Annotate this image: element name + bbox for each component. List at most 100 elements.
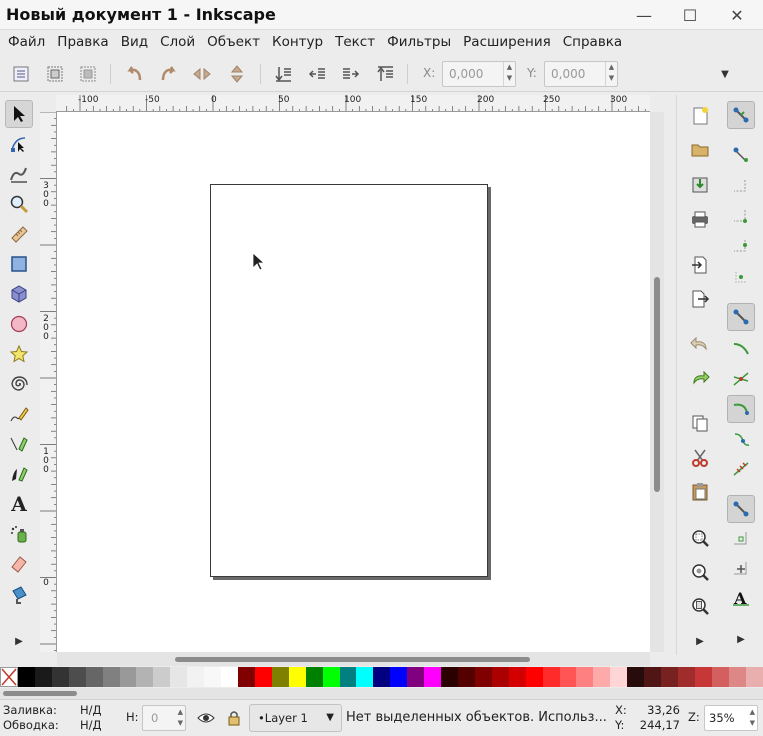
rotate-cw-icon[interactable] — [157, 63, 179, 85]
color-swatch[interactable] — [694, 667, 712, 687]
eraser-tool[interactable] — [5, 550, 33, 578]
color-swatch[interactable] — [644, 667, 662, 687]
zoom-drawing-icon[interactable] — [687, 559, 713, 585]
raise-icon[interactable] — [340, 63, 362, 85]
tweak-tool[interactable] — [5, 160, 33, 188]
redo-icon[interactable] — [687, 365, 713, 391]
color-swatch[interactable] — [254, 667, 272, 687]
spray-tool[interactable] — [5, 520, 33, 548]
snap-bbox-center-icon[interactable] — [727, 263, 755, 291]
color-swatch[interactable] — [593, 667, 611, 687]
paint-bucket-tool[interactable] — [5, 580, 33, 608]
export-icon[interactable] — [687, 286, 713, 312]
flip-horizontal-icon[interactable] — [191, 63, 213, 85]
opacity-stepper-icon[interactable]: ▲ ▼ — [178, 707, 183, 729]
horizontal-ruler[interactable]: -100 -50 0 50 100 150 200 250 300 — [56, 95, 650, 112]
opacity-value[interactable]: 0 — [151, 711, 158, 725]
zoom-tool[interactable] — [5, 190, 33, 218]
minimize-button[interactable]: — — [632, 4, 656, 26]
zoom-selection-icon[interactable] — [687, 525, 713, 551]
copy-icon[interactable] — [687, 410, 713, 436]
node-tool[interactable] — [5, 130, 33, 158]
menu-object[interactable]: Объект — [201, 34, 266, 50]
snap-cusp-icon[interactable] — [727, 395, 755, 423]
y-coord-stepper-icon[interactable]: ▲ ▼ — [605, 62, 617, 86]
color-swatch[interactable] — [424, 667, 442, 687]
color-swatch[interactable] — [51, 667, 69, 687]
eye-icon[interactable] — [196, 708, 216, 728]
commands-overflow-icon[interactable]: ▶ — [687, 628, 713, 654]
color-swatch[interactable] — [677, 667, 695, 687]
print-icon[interactable] — [687, 206, 713, 232]
color-swatch[interactable] — [305, 667, 323, 687]
zoom-stepper-icon[interactable]: ▲ ▼ — [750, 707, 755, 729]
vertical-scroll-thumb[interactable] — [654, 277, 660, 492]
open-folder-icon[interactable] — [687, 137, 713, 163]
star-tool[interactable] — [5, 340, 33, 368]
menu-view[interactable]: Вид — [115, 34, 154, 50]
menu-layer[interactable]: Слой — [154, 34, 201, 50]
calligraphy-tool[interactable] — [5, 460, 33, 488]
color-swatch[interactable] — [34, 667, 52, 687]
lower-to-bottom-icon[interactable] — [272, 63, 294, 85]
y-coord-value[interactable]: 0,000 — [551, 67, 585, 81]
snap-rotation-center-icon[interactable] — [727, 555, 755, 583]
selector-tool[interactable] — [5, 100, 33, 128]
toolbox-overflow-icon[interactable]: ▶ — [5, 627, 33, 655]
color-swatch[interactable] — [68, 667, 86, 687]
palette-scrollbar[interactable] — [0, 688, 763, 699]
vertical-scrollbar[interactable] — [650, 112, 664, 652]
snap-bbox-midpoint-icon[interactable] — [727, 233, 755, 261]
snap-text-baseline-icon[interactable]: A — [727, 585, 755, 613]
snap-others-icon[interactable] — [727, 495, 755, 523]
save-icon[interactable] — [687, 172, 713, 198]
color-swatch[interactable] — [508, 667, 526, 687]
snap-nodes-icon[interactable] — [727, 303, 755, 331]
color-swatch[interactable] — [271, 667, 289, 687]
deselect-icon[interactable] — [77, 63, 99, 85]
zoom-value[interactable]: 35% — [709, 711, 735, 725]
snap-bbox-edge-icon[interactable] — [727, 173, 755, 201]
color-swatch[interactable] — [441, 667, 458, 687]
pen-tool[interactable] — [5, 430, 33, 458]
color-swatch[interactable] — [136, 667, 154, 687]
horizontal-scrollbar[interactable] — [57, 652, 650, 666]
snap-smooth-node-icon[interactable] — [727, 425, 755, 453]
lower-icon[interactable] — [306, 63, 328, 85]
snap-object-center-icon[interactable] — [727, 525, 755, 553]
fill-value[interactable]: Н/Д — [80, 703, 102, 717]
color-swatch[interactable] — [457, 667, 475, 687]
vertical-ruler[interactable]: 300 200 100 0 — [40, 112, 57, 652]
flip-vertical-icon[interactable] — [226, 63, 248, 85]
select-all-icon[interactable] — [10, 63, 32, 85]
color-swatch[interactable] — [153, 667, 171, 687]
layer-selector[interactable]: •Layer 1 ▼ — [249, 704, 342, 732]
ellipse-tool[interactable] — [5, 310, 33, 338]
paste-icon[interactable] — [687, 479, 713, 505]
drawing-canvas[interactable] — [57, 112, 650, 652]
color-swatch[interactable] — [119, 667, 137, 687]
x-coord-spinbox[interactable]: 0,000 ▲ ▼ — [442, 61, 516, 87]
rotate-ccw-icon[interactable] — [124, 63, 146, 85]
measure-tool[interactable] — [5, 220, 33, 248]
x-coord-value[interactable]: 0,000 — [449, 67, 483, 81]
document-page[interactable] — [210, 184, 488, 577]
color-swatch[interactable] — [491, 667, 509, 687]
color-swatch[interactable] — [187, 667, 205, 687]
y-coord-spinbox[interactable]: 0,000 ▲ ▼ — [544, 61, 618, 87]
menu-help[interactable]: Справка — [557, 34, 628, 50]
lock-icon[interactable] — [224, 708, 244, 728]
color-swatch[interactable] — [85, 667, 103, 687]
menu-edit[interactable]: Правка — [51, 34, 114, 50]
color-swatch[interactable] — [661, 667, 678, 687]
menu-file[interactable]: Файл — [2, 34, 51, 50]
snap-bbox-corner-icon[interactable] — [727, 203, 755, 231]
color-swatch[interactable] — [18, 667, 35, 687]
color-swatch[interactable] — [102, 667, 120, 687]
3d-box-tool[interactable] — [5, 280, 33, 308]
color-swatch[interactable] — [627, 667, 645, 687]
color-swatch[interactable] — [576, 667, 594, 687]
text-tool[interactable]: A — [5, 490, 33, 518]
cut-icon[interactable] — [687, 445, 713, 471]
snap-toggle-icon[interactable] — [727, 101, 755, 129]
